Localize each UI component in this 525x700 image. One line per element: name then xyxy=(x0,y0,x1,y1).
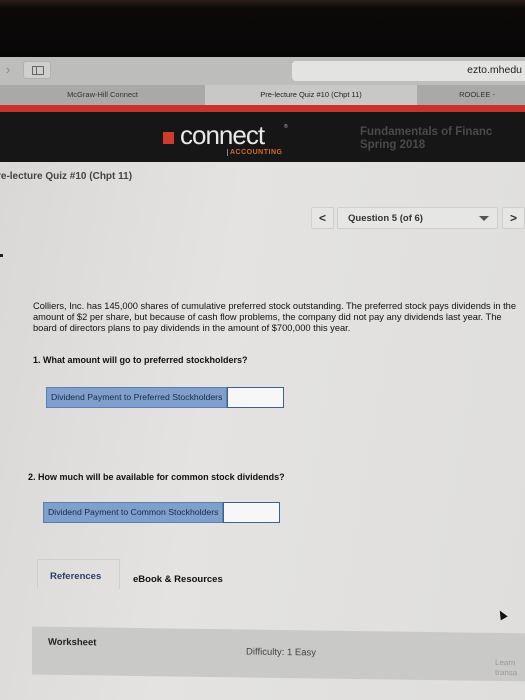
common-dividend-input[interactable] xyxy=(223,502,281,523)
worksheet-label: Worksheet xyxy=(48,636,97,649)
question-2-number: 2. xyxy=(28,472,36,482)
course-name: Fundamentals of Financ xyxy=(360,126,493,138)
quiz-title: re-lecture Quiz #10 (Chpt 11) xyxy=(0,171,133,182)
forward-icon[interactable]: › xyxy=(0,62,16,78)
answer-row-common: Dividend Payment to Common Stockholders xyxy=(43,502,281,523)
preferred-dividend-input[interactable] xyxy=(227,387,285,408)
answer-row-preferred: Dividend Payment to Preferred Stockholde… xyxy=(46,387,285,408)
previous-question-button[interactable]: < xyxy=(311,207,334,229)
tab-mcgraw-hill-connect[interactable]: McGraw-Hill Connect xyxy=(0,85,205,105)
sidebar-icon xyxy=(32,66,44,75)
question-1-number: 1. xyxy=(33,355,41,365)
brand-bar xyxy=(0,105,525,112)
learning-objective-line-1: Learn xyxy=(495,657,516,668)
tab-pre-lecture-quiz[interactable]: Pre-lecture Quiz #10 (Chpt 11) xyxy=(205,85,417,105)
registered-mark: ® xyxy=(284,124,288,130)
next-question-button[interactable]: > xyxy=(502,207,525,229)
worksheet-panel: Worksheet Difficulty: 1 Easy Learn trans… xyxy=(32,626,525,682)
course-term: Spring 2018 xyxy=(360,139,426,151)
sidebar-toggle-button[interactable] xyxy=(23,61,51,79)
scroll-marker xyxy=(0,254,3,257)
question-select-label: Question 5 (of 6) xyxy=(348,213,423,224)
url-text: ezto.mhedu xyxy=(467,64,522,76)
tab-references[interactable]: References xyxy=(37,559,120,589)
question-1-text: What amount will go to preferred stockho… xyxy=(43,355,248,365)
question-1: 1. What amount will go to preferred stoc… xyxy=(33,355,248,365)
question-2: 2. How much will be available for common… xyxy=(28,472,285,482)
tab-ebook-resources[interactable]: eBook & Resources xyxy=(133,559,253,589)
connect-header: connect ® ACCOUNTING Fundamentals of Fin… xyxy=(0,112,525,162)
question-2-text: How much will be available for common st… xyxy=(38,472,285,482)
tab-roolee[interactable]: ROOLEE - xyxy=(417,85,525,105)
difficulty-label: Difficulty: 1 Easy xyxy=(246,646,317,659)
screen-bezel xyxy=(0,0,525,57)
course-title: Fundamentals of Financ Spring 2018 xyxy=(360,126,492,152)
learning-objective-line-2: transa xyxy=(495,667,518,678)
browser-tabs: McGraw-Hill Connect Pre-lecture Quiz #10… xyxy=(0,85,525,105)
browser-toolbar: › ezto.mhedu xyxy=(0,57,525,85)
product-name: ACCOUNTING xyxy=(227,149,282,156)
mcgraw-hill-logo-icon xyxy=(163,132,174,144)
chevron-down-icon xyxy=(479,216,489,221)
mouse-cursor-icon xyxy=(496,608,508,621)
address-bar[interactable]: ezto.mhedu xyxy=(292,61,525,81)
question-select[interactable]: Question 5 (of 6) xyxy=(337,207,498,229)
connect-logo: connect xyxy=(180,120,265,150)
problem-text: Colliers, Inc. has 145,000 shares of cum… xyxy=(33,301,517,333)
quiz-content: re-lecture Quiz #10 (Chpt 11) < Question… xyxy=(0,162,525,700)
learning-objective: Learn transa xyxy=(495,658,517,678)
answer-label-preferred: Dividend Payment to Preferred Stockholde… xyxy=(46,387,228,408)
answer-label-common: Dividend Payment to Common Stockholders xyxy=(43,502,224,523)
